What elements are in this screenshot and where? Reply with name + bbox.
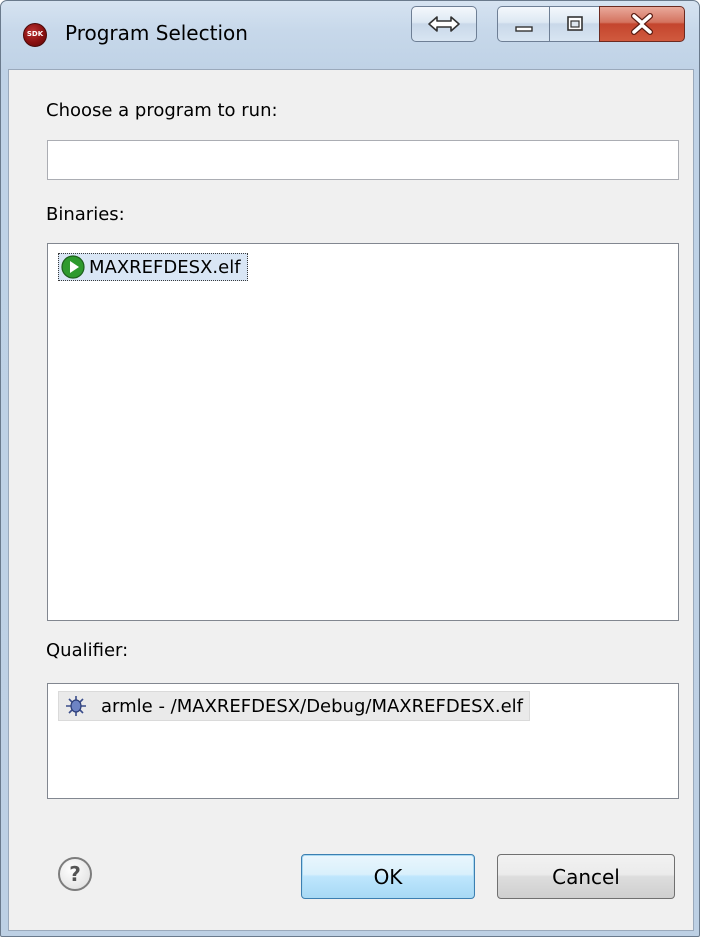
program-selection-window: Program Selection bbox=[0, 0, 700, 937]
resize-icon bbox=[412, 7, 476, 41]
qualifier-label: Qualifier: bbox=[46, 640, 129, 661]
cancel-button[interactable]: Cancel bbox=[497, 854, 675, 899]
close-icon bbox=[600, 7, 684, 41]
binaries-label: Binaries: bbox=[46, 204, 125, 225]
resize-button[interactable] bbox=[411, 6, 477, 42]
list-item[interactable]: armle - /MAXREFDESX/Debug/MAXREFDESX.elf bbox=[58, 691, 530, 721]
help-icon[interactable]: ? bbox=[58, 857, 92, 891]
program-label: Choose a program to run: bbox=[46, 100, 278, 121]
ok-button[interactable]: OK bbox=[301, 854, 475, 899]
program-input[interactable] bbox=[47, 140, 679, 180]
dialog-body: Choose a program to run: Binaries: MAXRE… bbox=[8, 69, 694, 931]
sdk-icon bbox=[23, 23, 47, 47]
bug-icon bbox=[63, 693, 89, 719]
run-binary-icon bbox=[61, 255, 85, 279]
maximize-icon bbox=[550, 7, 599, 41]
qualifier-list[interactable]: armle - /MAXREFDESX/Debug/MAXREFDESX.elf bbox=[47, 683, 679, 799]
binaries-list[interactable]: MAXREFDESX.elf bbox=[47, 243, 679, 621]
minimize-button[interactable] bbox=[497, 6, 549, 42]
qualifier-text: armle - /MAXREFDESX/Debug/MAXREFDESX.elf bbox=[101, 695, 523, 717]
binary-label: MAXREFDESX.elf bbox=[89, 256, 241, 278]
title-bar[interactable]: Program Selection bbox=[1, 1, 699, 69]
maximize-button[interactable] bbox=[549, 6, 599, 42]
minimize-icon bbox=[498, 7, 549, 41]
list-item[interactable]: MAXREFDESX.elf bbox=[58, 253, 248, 281]
window-title: Program Selection bbox=[65, 21, 248, 45]
close-button[interactable] bbox=[599, 6, 685, 42]
